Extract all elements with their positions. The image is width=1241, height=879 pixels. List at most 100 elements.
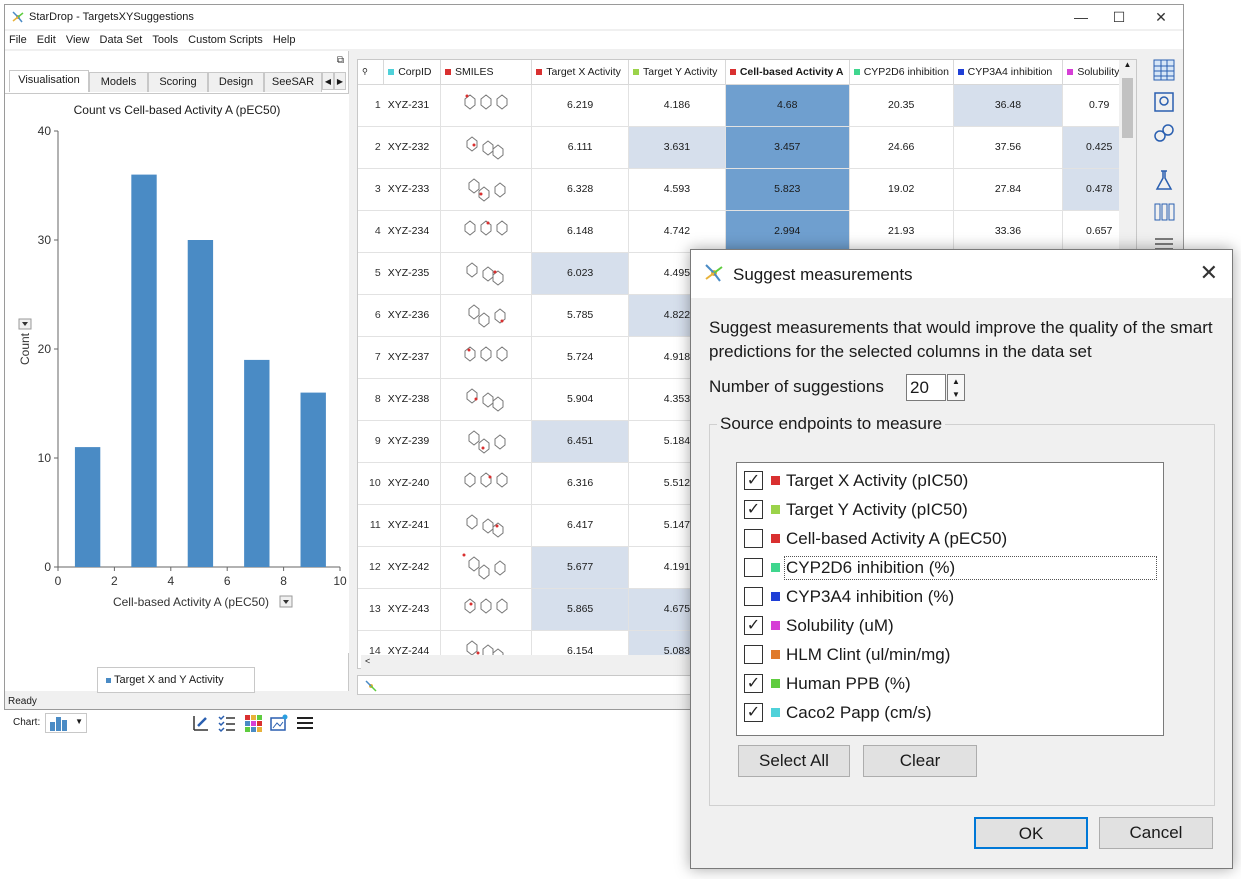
smiles-structure-cell[interactable]: [440, 588, 533, 631]
column-header-corpid[interactable]: CorpID: [383, 60, 441, 85]
menu-file[interactable]: File: [9, 31, 27, 49]
row-number[interactable]: 4: [358, 210, 384, 253]
menu-data-set[interactable]: Data Set: [100, 31, 143, 49]
corp-id-cell[interactable]: XYZ-239: [383, 420, 441, 463]
target-x-cell[interactable]: 5.677: [531, 546, 630, 589]
endpoint-checkbox[interactable]: ✓: [744, 703, 763, 722]
menu-help[interactable]: Help: [273, 31, 296, 49]
histogram-chart[interactable]: 0 10 20 30 40 0 2 4 6 8 10 Count Cell-based Activity…: [5, 51, 349, 661]
corp-id-cell[interactable]: XYZ-236: [383, 294, 441, 337]
endpoint-item[interactable]: ✓ Caco2 Papp (cm/s): [741, 699, 1159, 726]
endpoint-item[interactable]: Cell-based Activity A (pEC50): [741, 525, 1159, 552]
smiles-structure-cell[interactable]: [440, 210, 533, 253]
smiles-structure-cell[interactable]: [440, 84, 533, 127]
histogram-bar[interactable]: [300, 392, 326, 567]
corp-id-cell[interactable]: XYZ-231: [383, 84, 441, 127]
corp-id-cell[interactable]: XYZ-234: [383, 210, 441, 253]
cyp2d6-cell[interactable]: 20.35: [849, 84, 954, 127]
target-x-cell[interactable]: 6.451: [531, 420, 630, 463]
menu-edit[interactable]: Edit: [37, 31, 56, 49]
target-y-cell[interactable]: 4.742: [628, 210, 726, 253]
endpoint-checkbox[interactable]: ✓: [744, 500, 763, 519]
smiles-structure-cell[interactable]: [440, 546, 533, 589]
chart-view-icon[interactable]: [1153, 91, 1175, 113]
column-header-cell-based-activity-a[interactable]: Cell-based Activity A: [725, 60, 850, 85]
checklist-icon[interactable]: [217, 713, 237, 733]
endpoint-item[interactable]: HLM Clint (ul/min/mg): [741, 641, 1159, 668]
endpoint-checkbox[interactable]: [744, 558, 763, 577]
target-x-cell[interactable]: 5.724: [531, 336, 630, 379]
row-number[interactable]: 2: [358, 126, 384, 169]
target-x-cell[interactable]: 6.111: [531, 126, 630, 169]
cell-based-a-cell[interactable]: 4.68: [725, 84, 850, 127]
select-all-button[interactable]: Select All: [738, 745, 850, 777]
number-of-suggestions-input[interactable]: 20: [906, 374, 946, 401]
row-number[interactable]: 12: [358, 546, 384, 589]
row-number[interactable]: 5: [358, 252, 384, 295]
smiles-structure-cell[interactable]: [440, 252, 533, 295]
cyp2d6-cell[interactable]: 24.66: [849, 126, 954, 169]
menu-tools[interactable]: Tools: [152, 31, 178, 49]
menu-view[interactable]: View: [66, 31, 90, 49]
minimize-button[interactable]: —: [1061, 7, 1101, 27]
clear-button[interactable]: Clear: [863, 745, 977, 777]
edit-axes-icon[interactable]: [191, 713, 211, 733]
target-y-cell[interactable]: 4.186: [628, 84, 726, 127]
target-x-cell[interactable]: 6.148: [531, 210, 630, 253]
corp-id-cell[interactable]: XYZ-243: [383, 588, 441, 631]
target-x-cell[interactable]: 5.785: [531, 294, 630, 337]
target-y-cell[interactable]: 4.593: [628, 168, 726, 211]
row-number[interactable]: 13: [358, 588, 384, 631]
row-number[interactable]: 1: [358, 84, 384, 127]
column-header-target-x-activity[interactable]: Target X Activity: [531, 60, 630, 85]
row-number[interactable]: 11: [358, 504, 384, 547]
endpoint-checkbox[interactable]: [744, 645, 763, 664]
target-x-cell[interactable]: 6.328: [531, 168, 630, 211]
corner-cell[interactable]: ⚲: [358, 60, 385, 85]
cell-based-a-cell[interactable]: 3.457: [725, 126, 850, 169]
endpoint-item[interactable]: ✓ Solubility (uM): [741, 612, 1159, 639]
column-header-target-y-activity[interactable]: Target Y Activity: [628, 60, 726, 85]
target-x-cell[interactable]: 6.023: [531, 252, 630, 295]
hamburger-menu-icon[interactable]: [295, 713, 315, 733]
endpoint-item[interactable]: ✓ Target Y Activity (pIC50): [741, 496, 1159, 523]
flask-icon[interactable]: [1153, 169, 1175, 191]
cyp3a4-cell[interactable]: 36.48: [953, 84, 1064, 127]
cyp2d6-cell[interactable]: 21.93: [849, 210, 954, 253]
scroll-left-icon[interactable]: <: [361, 656, 370, 666]
smiles-structure-cell[interactable]: [440, 336, 533, 379]
endpoint-checkbox[interactable]: [744, 587, 763, 606]
cell-based-a-cell[interactable]: 2.994: [725, 210, 850, 253]
target-x-cell[interactable]: 5.865: [531, 588, 630, 631]
smiles-structure-cell[interactable]: [440, 504, 533, 547]
row-number[interactable]: 10: [358, 462, 384, 505]
smiles-structure-cell[interactable]: [440, 462, 533, 505]
scroll-thumb[interactable]: [1122, 78, 1133, 138]
table-view-icon[interactable]: [1153, 59, 1175, 81]
corp-id-cell[interactable]: XYZ-235: [383, 252, 441, 295]
chart-type-dropdown[interactable]: ▼: [45, 713, 87, 733]
endpoint-checkbox[interactable]: [744, 529, 763, 548]
smiles-structure-cell[interactable]: [440, 378, 533, 421]
table-row[interactable]: 4 XYZ-234 6.148 4.742 2.994 21.93 33.36 0.657: [358, 210, 1136, 253]
cyp3a4-cell[interactable]: 33.36: [953, 210, 1064, 253]
row-number[interactable]: 6: [358, 294, 384, 337]
menu-custom-scripts[interactable]: Custom Scripts: [188, 31, 263, 49]
row-number[interactable]: 8: [358, 378, 384, 421]
endpoint-checkbox[interactable]: ✓: [744, 471, 763, 490]
smiles-structure-cell[interactable]: [440, 294, 533, 337]
column-header-cyp3a4-inhibition[interactable]: CYP3A4 inhibition: [953, 60, 1064, 85]
corp-id-cell[interactable]: XYZ-240: [383, 462, 441, 505]
endpoint-item[interactable]: ✓ Human PPB (%): [741, 670, 1159, 697]
cyp2d6-cell[interactable]: 19.02: [849, 168, 954, 211]
endpoint-item[interactable]: CYP2D6 inhibition (%): [741, 554, 1159, 581]
table-row[interactable]: 2 XYZ-232 6.111 3.631 3.457 24.66 37.56 0.425: [358, 126, 1136, 169]
cyp3a4-cell[interactable]: 27.84: [953, 168, 1064, 211]
table-row[interactable]: 1 XYZ-231 6.219 4.186 4.68 20.35 36.48 0.79: [358, 84, 1136, 127]
column-header-cyp2d6-inhibition[interactable]: CYP2D6 inhibition: [849, 60, 954, 85]
cell-based-a-cell[interactable]: 5.823: [725, 168, 850, 211]
corp-id-cell[interactable]: XYZ-237: [383, 336, 441, 379]
table-row[interactable]: 3 XYZ-233 6.328 4.593 5.823 19.02 27.84 0.478: [358, 168, 1136, 211]
spin-up-icon[interactable]: ▲: [948, 375, 964, 388]
row-number[interactable]: 3: [358, 168, 384, 211]
